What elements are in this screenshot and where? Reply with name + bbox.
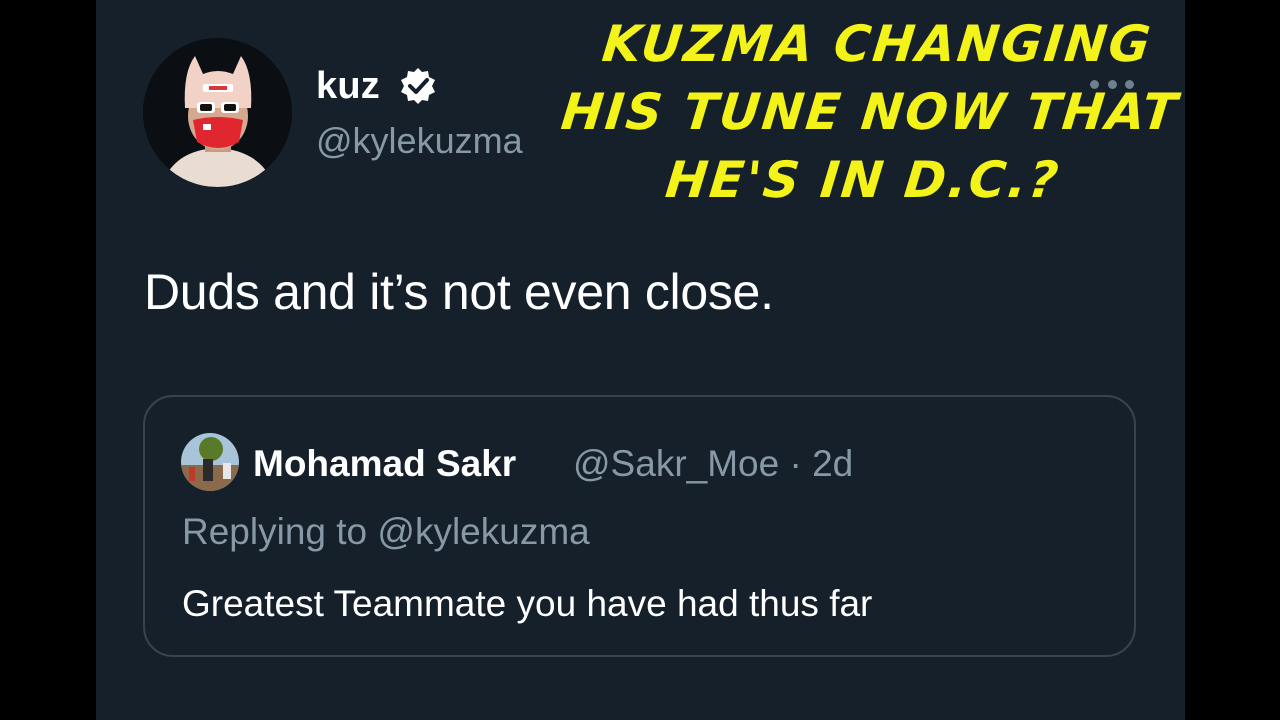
quoted-handle-time: @Sakr_Moe · 2d	[573, 443, 854, 484]
profile-avatar[interactable]	[143, 38, 292, 187]
screenshot-stage: kuz @kylekuzma Duds and it’s not even cl…	[0, 0, 1280, 720]
display-name[interactable]: kuz	[316, 62, 380, 110]
quoted-display-name[interactable]: Mohamad Sakr	[253, 441, 516, 487]
overlay-line-1: KUZMA CHANGING	[599, 15, 1155, 73]
overlay-line-3: HE'S IN D.C.?	[662, 151, 1063, 209]
quoted-user-avatar[interactable]	[181, 433, 239, 491]
quoted-tweet-text: Greatest Teammate you have had thus far	[182, 583, 873, 624]
user-handle[interactable]: @kylekuzma	[316, 118, 523, 164]
overlay-line-2: HIS TUNE NOW THAT	[558, 83, 1182, 141]
verified-badge-icon	[401, 68, 435, 104]
replying-to-text: Replying to @kylekuzma	[182, 511, 590, 552]
quoted-tweet-card[interactable]: Mohamad Sakr @Sakr_Moe · 2d Replying to …	[143, 395, 1136, 657]
tweet-text: Duds and it’s not even close.	[144, 264, 774, 320]
headline-overlay: KUZMA CHANGING HIS TUNE NOW THAT HE'S IN…	[549, 10, 1190, 214]
